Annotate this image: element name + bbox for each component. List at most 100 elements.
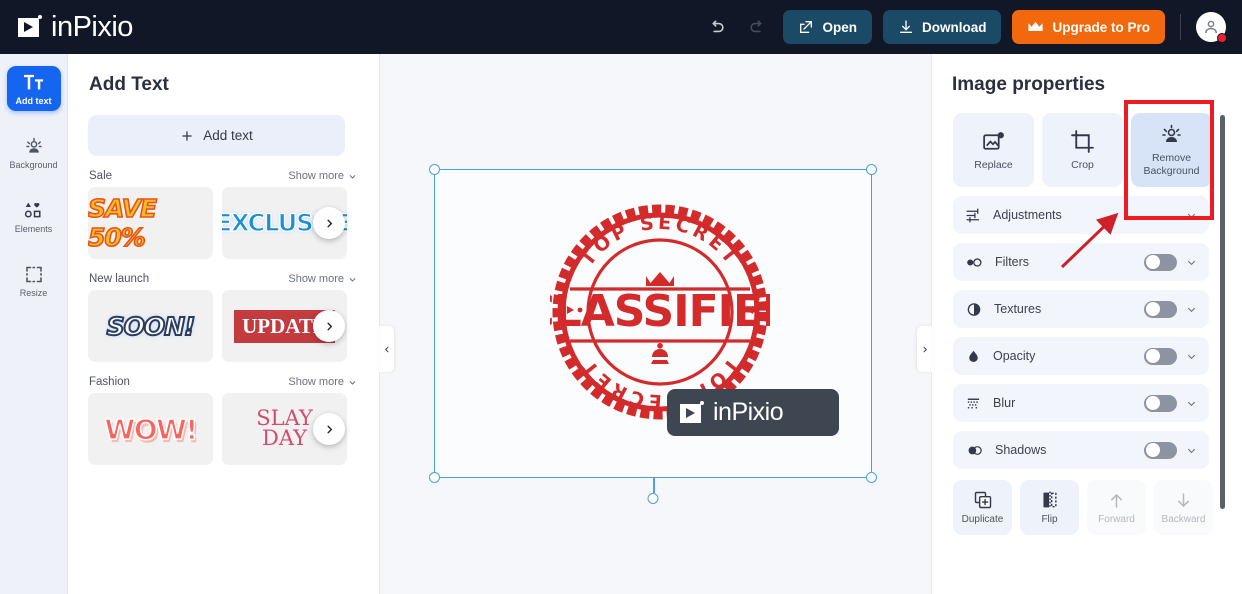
flip-button[interactable]: Flip [1020,480,1079,535]
image-properties-panel: Image properties Replace Crop Remove Bac… [931,54,1242,594]
left-rail: Add text Background Elements Resize [0,54,68,594]
resize-handle-bottom-right[interactable] [866,472,877,483]
play-logo-icon [18,15,44,39]
watermark-label: inPixio [713,398,784,426]
next-templates-button-new-launch[interactable] [313,310,345,342]
shadows-label: Shadows [995,443,1047,457]
collapse-right-panel-button[interactable] [917,326,932,372]
show-more-sale[interactable]: Show more [288,170,357,182]
chevron-down-icon[interactable] [1186,210,1197,221]
opacity-label: Opacity [993,349,1036,363]
category-header-new-launch: New launch Show more [89,273,357,285]
resize-handle-top-left[interactable] [429,164,440,175]
adjustments-row[interactable]: Adjustments [953,196,1209,234]
chevron-down-icon [349,174,356,179]
app-logo[interactable]: inPixio [18,11,133,44]
open-button[interactable]: Open [783,10,872,44]
next-templates-button-sale[interactable] [313,207,345,239]
template-card[interactable]: WOW! [88,393,213,465]
open-external-icon [800,21,813,33]
replace-image-icon [983,132,1004,150]
upgrade-label: Upgrade to Pro [1052,19,1150,35]
opacity-toggle[interactable] [1144,347,1177,365]
show-more-label: Show more [288,170,344,182]
canvas-area[interactable]: TOP SECRET TOP SECRET CLASSIFIED inPixio [379,54,932,594]
filters-toggle[interactable] [1144,253,1177,271]
shadows-row[interactable]: Shadows [953,431,1209,469]
sidebar-item-resize[interactable]: Resize [7,257,61,303]
image-tools-row: Replace Crop Remove Background [953,113,1242,187]
sidebar-item-elements[interactable]: Elements [7,193,61,239]
background-person-icon [25,137,42,153]
template-row-new-launch: SOON! UPDATE [88,290,379,362]
upgrade-to-pro-button[interactable]: Upgrade to Pro [1012,10,1165,44]
user-avatar-icon [1205,20,1217,34]
download-label: Download [921,19,987,35]
crop-button[interactable]: Crop [1042,113,1123,187]
backward-label: Backward [1161,513,1206,525]
template-row-fashion: WOW! SLAY DAY [88,393,379,465]
chevron-down-icon[interactable] [1186,445,1197,456]
flip-label: Flip [1041,514,1058,525]
avatar[interactable] [1196,12,1227,43]
download-button[interactable]: Download [882,10,1002,44]
undo-button[interactable] [701,12,731,42]
droplet-icon [969,350,978,362]
add-text-panel: Add Text Add text Sale Show more SAVE 50… [68,54,380,594]
chevron-down-icon[interactable] [1186,257,1197,268]
chevron-down-icon [349,277,356,282]
blur-label: Blur [993,396,1016,410]
template-label: WOW! [104,412,199,447]
crop-label: Crop [1071,158,1094,171]
crop-icon [1071,130,1094,153]
plus-icon [182,130,192,141]
opacity-row[interactable]: Opacity [953,337,1209,375]
forward-label: Forward [1098,513,1135,525]
chevron-down-icon[interactable] [1186,398,1197,409]
blur-toggle[interactable] [1144,394,1177,412]
filters-row[interactable]: Filters [953,243,1209,281]
filters-circles-icon [967,257,982,267]
right-panel-scrollbar[interactable] [1220,115,1225,509]
collapse-left-panel-button[interactable] [379,326,394,372]
rotate-handle[interactable] [647,493,659,504]
duplicate-button[interactable]: Duplicate [953,480,1012,535]
add-text-button[interactable]: Add text [88,115,345,156]
category-header-sale: Sale Show more [89,170,357,182]
textures-row[interactable]: Textures [953,290,1209,328]
sidebar-label-elements: Elements [14,224,53,234]
replace-button[interactable]: Replace [953,113,1034,187]
forward-button[interactable]: Forward [1087,480,1146,535]
remove-background-icon [1162,125,1181,143]
blur-row[interactable]: Blur [953,384,1209,422]
sidebar-item-background[interactable]: Background [7,129,61,175]
show-more-fashion[interactable]: Show more [288,376,357,388]
sidebar-item-add-text[interactable]: Add text [6,66,61,111]
category-name: New launch [89,273,150,285]
show-more-new-launch[interactable]: Show more [288,273,357,285]
chevron-down-icon[interactable] [1186,304,1197,315]
stamp-center-text: CLASSIFIED [550,286,770,337]
text-tt-icon [23,74,43,90]
chevron-right-icon [326,322,332,330]
chevron-right-icon [326,425,332,433]
backward-button[interactable]: Backward [1154,480,1213,535]
stamp-ornament-icon [651,343,669,364]
remove-background-button[interactable]: Remove Background [1131,113,1212,187]
blur-grid-icon [967,398,980,408]
category-name: Sale [89,170,113,182]
chevron-down-icon[interactable] [1186,351,1197,362]
template-card[interactable]: SAVE 50% [88,187,213,259]
panel-title: Image properties [952,74,1106,95]
textures-toggle[interactable] [1144,300,1177,318]
resize-handle-bottom-left[interactable] [429,472,440,483]
chevron-right-icon [326,219,332,227]
shadows-toggle[interactable] [1144,441,1177,459]
sidebar-label-resize: Resize [19,288,48,298]
next-templates-button-fashion[interactable] [313,413,345,445]
template-card[interactable]: SOON! [88,290,213,362]
redo-button[interactable] [742,12,772,42]
textures-label: Textures [994,302,1042,316]
resize-handle-top-right[interactable] [866,164,877,175]
selected-image-artboard[interactable]: TOP SECRET TOP SECRET CLASSIFIED inPixio [429,164,877,504]
